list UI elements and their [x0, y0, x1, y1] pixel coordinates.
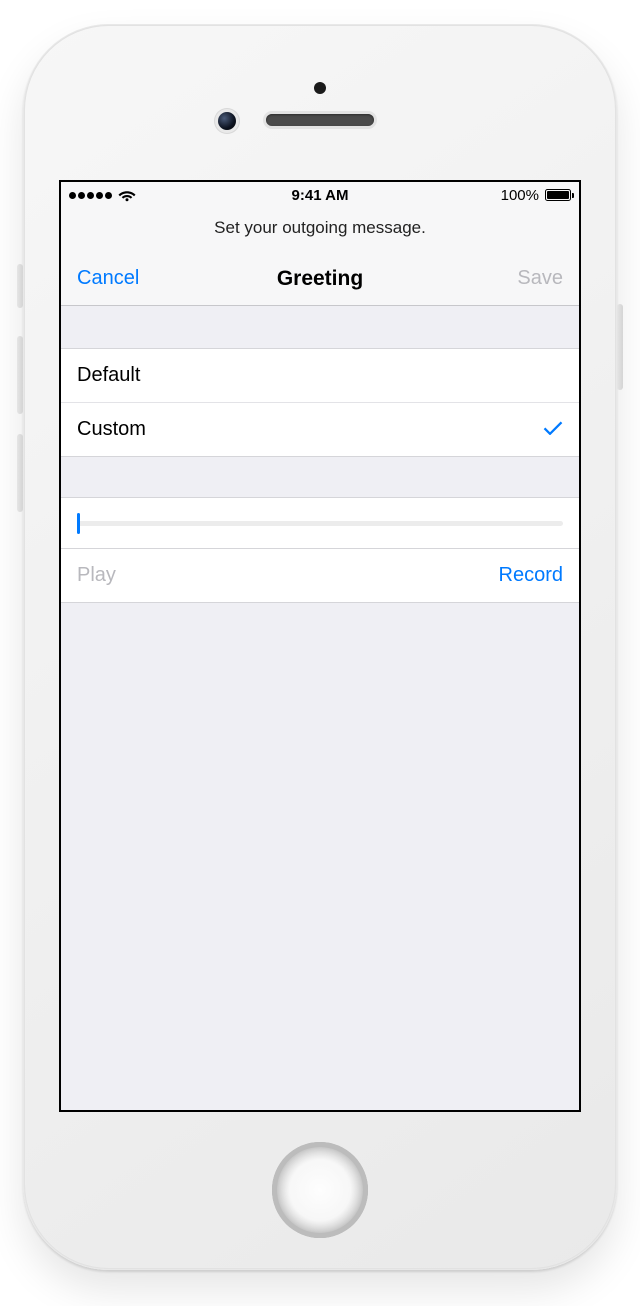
volume-up-button	[17, 336, 23, 414]
progress-track	[77, 521, 563, 526]
greeting-option-default[interactable]: Default	[61, 348, 579, 403]
battery-icon	[543, 189, 571, 201]
greeting-option-label: Default	[77, 364, 140, 387]
section-gap	[61, 306, 579, 348]
play-button: Play	[77, 564, 116, 587]
power-button	[617, 304, 623, 390]
signal-strength-icon	[69, 192, 112, 199]
greeting-option-label: Custom	[77, 418, 146, 441]
mute-switch	[17, 264, 23, 308]
proximity-sensor	[314, 82, 326, 94]
volume-down-button	[17, 434, 23, 512]
home-button[interactable]	[272, 1142, 368, 1238]
hint-text: Set your outgoing message.	[61, 208, 579, 252]
wifi-icon	[118, 189, 136, 202]
iphone-frame: 9:41 AM 100% Set your outgoing message. …	[23, 24, 617, 1270]
battery-percentage: 100%	[501, 187, 539, 204]
record-button[interactable]: Record	[499, 564, 563, 587]
nav-bar: Cancel Greeting Save	[61, 252, 579, 306]
section-gap	[61, 457, 579, 497]
progress-thumb[interactable]	[77, 513, 80, 534]
nav-title: Greeting	[61, 267, 579, 291]
greeting-option-custom[interactable]: Custom	[61, 402, 579, 457]
checkmark-icon	[543, 418, 563, 441]
playback-controls: Play Record	[61, 549, 579, 603]
screen: 9:41 AM 100% Set your outgoing message. …	[59, 180, 581, 1112]
status-bar: 9:41 AM 100%	[61, 182, 579, 208]
front-camera	[218, 112, 236, 130]
playback-progress[interactable]	[61, 497, 579, 549]
earpiece-speaker	[266, 114, 374, 126]
